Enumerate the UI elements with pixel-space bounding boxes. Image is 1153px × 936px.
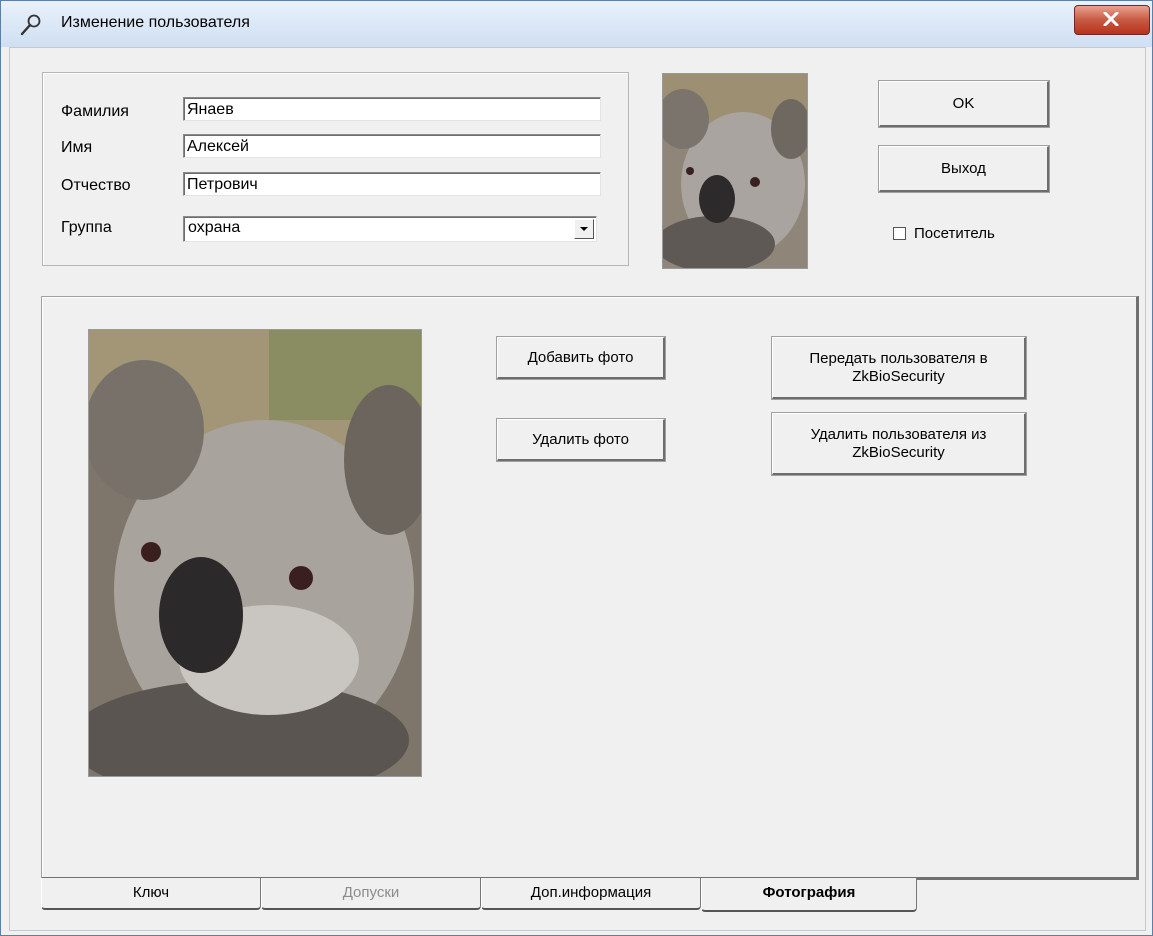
user-edit-window: Изменение пользователя Фамилия Янаев Имя… bbox=[0, 0, 1153, 936]
exit-button[interactable]: Выход bbox=[878, 145, 1050, 193]
group-label: Группа bbox=[61, 219, 112, 236]
dialog-body: Фамилия Янаев Имя Алексей Отчество Петро… bbox=[9, 47, 1146, 931]
name-field[interactable]: Алексей bbox=[183, 134, 601, 158]
delete-photo-button[interactable]: Удалить фото bbox=[496, 418, 666, 462]
tab-additional-info[interactable]: Доп.информация bbox=[481, 878, 701, 910]
user-photo-large bbox=[88, 329, 422, 777]
group-select-value: охрана bbox=[188, 219, 241, 236]
name-label: Имя bbox=[61, 139, 93, 156]
surname-label: Фамилия bbox=[61, 103, 129, 120]
add-photo-button[interactable]: Добавить фото bbox=[496, 336, 666, 380]
wrench-icon bbox=[19, 13, 43, 37]
surname-field[interactable]: Янаев bbox=[183, 97, 601, 121]
title-bar[interactable]: Изменение пользователя bbox=[1, 1, 1152, 47]
send-user-zkbiosecurity-button[interactable]: Передать пользователя в ZkBioSecurity bbox=[771, 336, 1027, 400]
close-button[interactable] bbox=[1074, 5, 1150, 35]
chevron-down-icon[interactable] bbox=[574, 219, 594, 239]
visitor-label: Посетитель bbox=[914, 225, 995, 242]
user-photo-thumbnail bbox=[662, 73, 808, 269]
delete-user-zkbiosecurity-button[interactable]: Удалить пользователя из ZkBioSecurity bbox=[771, 412, 1027, 476]
visitor-checkbox-box[interactable] bbox=[893, 227, 906, 240]
ok-button[interactable]: OK bbox=[878, 80, 1050, 128]
group-select[interactable]: охрана bbox=[183, 216, 597, 242]
tab-panel-photo: Добавить фото Удалить фото Передать поль… bbox=[41, 296, 1139, 880]
tab-key[interactable]: Ключ bbox=[41, 878, 261, 910]
tab-photo[interactable]: Фотография bbox=[701, 878, 917, 912]
window-title: Изменение пользователя bbox=[61, 14, 250, 31]
user-info-group: Фамилия Янаев Имя Алексей Отчество Петро… bbox=[42, 72, 629, 266]
tab-access: Допуски bbox=[261, 878, 481, 910]
patronymic-label: Отчество bbox=[61, 177, 131, 194]
patronymic-field[interactable]: Петрович bbox=[183, 172, 601, 196]
close-icon bbox=[1103, 12, 1119, 26]
visitor-checkbox[interactable]: Посетитель bbox=[893, 225, 995, 242]
